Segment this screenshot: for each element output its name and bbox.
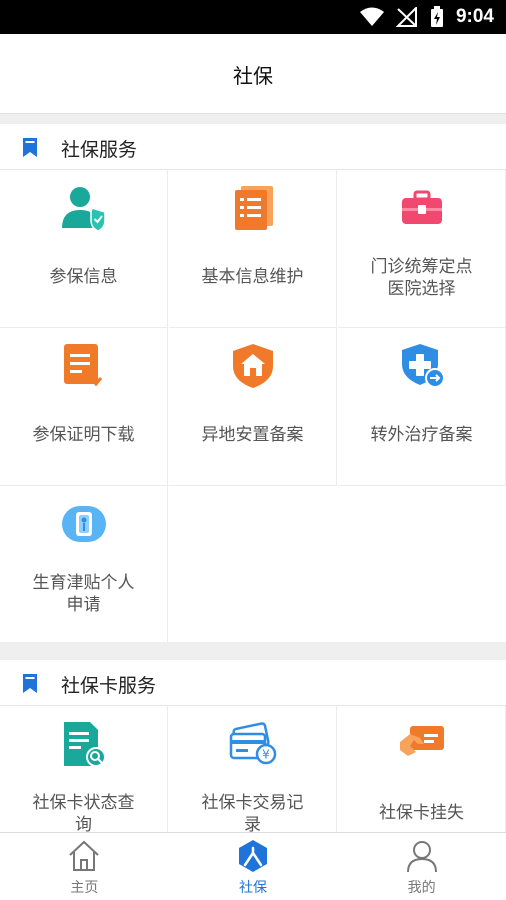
tab-profile[interactable]: 我的 <box>337 833 506 900</box>
social-security-icon <box>239 840 267 872</box>
title-bar: 社保 <box>0 34 506 114</box>
service-item-label: 生育津贴个人 申请 <box>32 573 135 615</box>
battery-charging-icon <box>430 6 443 27</box>
service-item-label: 门诊统筹定点 医院选择 <box>370 257 473 299</box>
tab-label: 社保 <box>239 880 267 896</box>
insured-person-icon <box>61 187 106 232</box>
status-bar: 9:04 <box>0 0 506 34</box>
status-time: 9:04 <box>455 6 494 27</box>
page-title: 社保 <box>233 64 273 88</box>
section-title: 社保卡服务 <box>61 675 157 697</box>
shield-home-icon <box>232 344 273 388</box>
medical-kit-icon <box>401 190 442 224</box>
home-icon <box>69 840 100 871</box>
section-header: 社保服务 <box>0 124 506 170</box>
service-item-label: 转外治疗备案 <box>370 425 473 445</box>
tab-label: 主页 <box>70 880 99 896</box>
svg-text:¥: ¥ <box>262 748 270 762</box>
section-header: 社保卡服务 <box>0 660 506 706</box>
service-item-outpatient-hospital[interactable]: 门诊统筹定点 医院选择 <box>338 170 506 328</box>
service-item-label: 参保证明下载 <box>32 425 135 445</box>
tab-label: 我的 <box>407 880 436 896</box>
service-item-label: 异地安置备案 <box>201 425 304 445</box>
card-status-search-icon <box>63 722 106 767</box>
card-item-report-loss[interactable]: 社保卡挂失 <box>338 706 506 832</box>
no-signal-icon <box>395 7 417 27</box>
tab-social-security[interactable]: 社保 <box>169 833 338 900</box>
document-download-icon <box>63 344 102 387</box>
tab-home[interactable]: 主页 <box>0 833 169 900</box>
service-item-maternity-allowance[interactable]: 生育津贴个人 申请 <box>0 486 168 642</box>
card-item-label: 社保卡挂失 <box>379 803 464 823</box>
service-item-insured-info[interactable]: 参保信息 <box>0 170 168 328</box>
service-item-label: 参保信息 <box>49 267 118 287</box>
card-item-label: 社保卡状态查 询 <box>32 793 135 835</box>
bottom-tab-bar: 主页 社保 我的 <box>0 832 506 900</box>
bookmark-icon <box>23 674 37 693</box>
card-item-transaction-record[interactable]: ¥ 社保卡交易记 录 <box>169 706 337 835</box>
profile-icon <box>406 841 437 873</box>
section-title: 社保服务 <box>61 139 138 161</box>
card-transaction-icon: ¥ <box>229 722 276 765</box>
service-item-label: 基本信息维护 <box>201 267 304 287</box>
service-item-certificate-download[interactable]: 参保证明下载 <box>0 328 168 486</box>
card-item-label: 社保卡交易记 录 <box>201 793 304 835</box>
social-security-service-section: 社保服务 参保信息 基本信息维护 门诊统筹定点 医院选择 参保证明下载 异地安置… <box>0 124 506 642</box>
maternity-allowance-icon <box>61 506 106 542</box>
card-item-status-query[interactable]: 社保卡状态查 询 <box>0 706 168 835</box>
wifi-icon <box>359 7 384 26</box>
service-item-transfer-treatment[interactable]: 转外治疗备案 <box>338 328 506 486</box>
service-item-relocation-filing[interactable]: 异地安置备案 <box>169 328 337 486</box>
shield-medical-transfer-icon <box>401 344 445 388</box>
bookmark-icon <box>23 138 37 157</box>
document-list-icon <box>234 186 273 230</box>
service-item-basic-info[interactable]: 基本信息维护 <box>169 170 337 328</box>
social-security-card-service-section: 社保卡服务 社保卡状态查 询 ¥ 社保卡交易记 录 社保卡挂失 <box>0 660 506 835</box>
card-report-loss-icon <box>399 726 444 756</box>
